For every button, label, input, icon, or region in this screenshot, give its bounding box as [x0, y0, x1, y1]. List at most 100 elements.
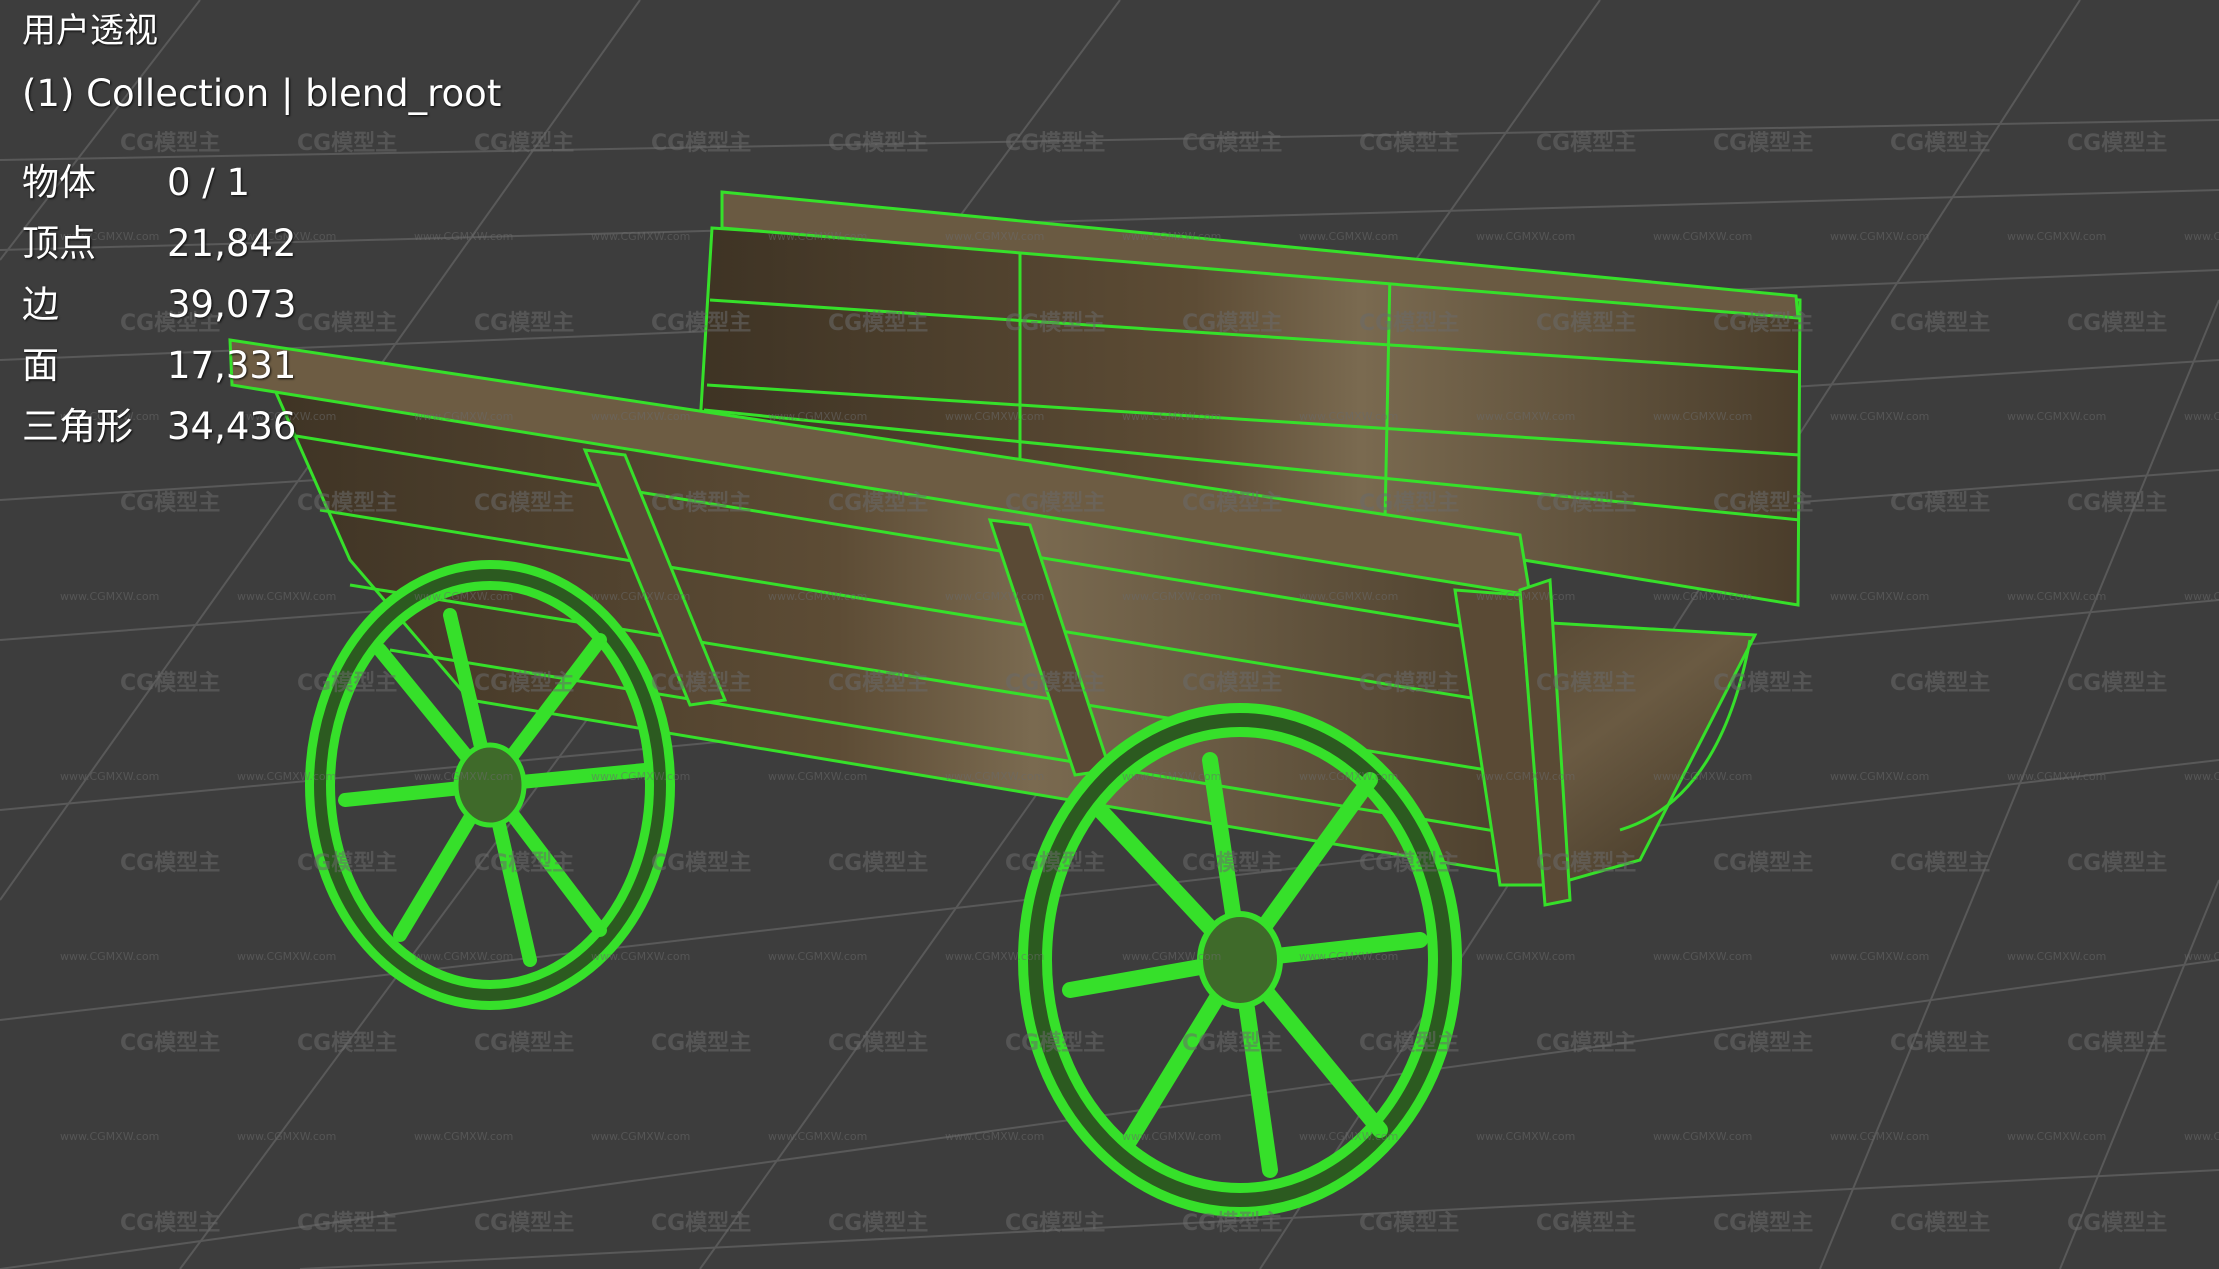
watermark-url: www.CGMXW.com	[2184, 770, 2219, 783]
watermark-logo: CG模型主	[474, 851, 574, 876]
watermark-url: www.CGMXW.com	[2007, 1130, 2106, 1143]
watermark-url: www.CGMXW.com	[1830, 230, 1929, 243]
watermark-url: www.CGMXW.com	[945, 410, 1044, 423]
stat-value: 39,073	[167, 283, 297, 326]
watermark-logo: CG模型主	[2067, 131, 2167, 156]
watermark-url: www.CGMXW.com	[1299, 1130, 1398, 1143]
watermark-url: www.CGMXW.com	[591, 950, 690, 963]
stat-value: 21,842	[167, 222, 297, 265]
watermark-logo: CG模型主	[297, 1211, 397, 1236]
watermark-url: www.CGMXW.com	[60, 1130, 159, 1143]
watermark-logo: CG模型主	[1182, 491, 1282, 516]
watermark-url: www.CGMXW.com	[1299, 410, 1398, 423]
stat-value: 17,331	[167, 344, 297, 387]
watermark-logo: CG模型主	[1005, 851, 1105, 876]
watermark-url: www.CGMXW.com	[1299, 770, 1398, 783]
watermark-logo: CG模型主	[651, 131, 751, 156]
watermark-logo: CG模型主	[828, 851, 928, 876]
watermark-url: www.CGMXW.com	[1653, 590, 1752, 603]
stat-value: 0 / 1	[167, 161, 251, 204]
watermark-url: www.CGMXW.com	[591, 410, 690, 423]
watermark-logo: CG模型主	[474, 1031, 574, 1056]
watermark-url: www.CGMXW.com	[1653, 1130, 1752, 1143]
watermark-logo: CG模型主	[1713, 1031, 1813, 1056]
watermark-logo: CG模型主	[1536, 1031, 1636, 1056]
watermark-logo: CG模型主	[1182, 1211, 1282, 1236]
watermark-logo: CG模型主	[1713, 671, 1813, 696]
stat-row-edges: 边 39,073	[22, 274, 296, 335]
watermark-url: www.CGMXW.com	[1476, 590, 1575, 603]
watermark-url: www.CGMXW.com	[1476, 950, 1575, 963]
watermark-logo: CG模型主	[651, 1031, 751, 1056]
watermark-url: www.CGMXW.com	[60, 770, 159, 783]
watermark-logo: CG模型主	[2067, 311, 2167, 336]
watermark-url: www.CGMXW.com	[1122, 230, 1221, 243]
watermark-logo: CG模型主	[1359, 851, 1459, 876]
collection-info-label: (1) Collection | blend_root	[22, 72, 502, 115]
watermark-url: www.CGMXW.com	[768, 230, 867, 243]
3d-viewport[interactable]: CG模型主 www.CGMXW.com CG模型主 www.CGMXW.com CG模型…	[0, 0, 2219, 1269]
watermark-url: www.CGMXW.com	[768, 770, 867, 783]
watermark-logo: CG模型主	[1359, 1031, 1459, 1056]
watermark-url: www.CGMXW.com	[945, 230, 1044, 243]
watermark-logo: CG模型主	[2067, 1211, 2167, 1236]
watermark-url: www.CGMXW.com	[2184, 410, 2219, 423]
watermark-logo: CG模型主	[1890, 1031, 1990, 1056]
watermark-logo: CG模型主	[120, 491, 220, 516]
watermark-logo: CG模型主	[297, 1031, 397, 1056]
watermark-url: www.CGMXW.com	[1830, 590, 1929, 603]
watermark-url: www.CGMXW.com	[1653, 410, 1752, 423]
stat-label: 顶点	[22, 222, 96, 265]
watermark-url: www.CGMXW.com	[945, 590, 1044, 603]
watermark-logo: CG模型主	[1005, 491, 1105, 516]
watermark-url: www.CGMXW.com	[591, 230, 690, 243]
watermark-url: www.CGMXW.com	[414, 1130, 513, 1143]
watermark-logo: CG模型主	[1182, 1031, 1282, 1056]
watermark-logo: CG模型主	[1359, 491, 1459, 516]
watermark-logo: CG模型主	[474, 671, 574, 696]
watermark-logo: CG模型主	[1536, 131, 1636, 156]
watermark-logo: CG模型主	[1890, 311, 1990, 336]
watermark-url: www.CGMXW.com	[2007, 230, 2106, 243]
watermark-url: www.CGMXW.com	[1122, 1130, 1221, 1143]
watermark-logo: CG模型主	[120, 851, 220, 876]
watermark-logo: CG模型主	[297, 671, 397, 696]
watermark-url: www.CGMXW.com	[414, 590, 513, 603]
stat-row-vertices: 顶点 21,842	[22, 213, 296, 274]
watermark-url: www.CGMXW.com	[1653, 770, 1752, 783]
stat-row-faces: 面 17,331	[22, 335, 296, 396]
watermark-logo: CG模型主	[1536, 491, 1636, 516]
watermark-url: www.CGMXW.com	[768, 410, 867, 423]
watermark-logo: CG模型主	[1005, 1031, 1105, 1056]
watermark-url: www.CGMXW.com	[2184, 950, 2219, 963]
watermark-logo: CG模型主	[828, 311, 928, 336]
watermark-logo: CG模型主	[651, 491, 751, 516]
stat-row-triangles: 三角形 34,436	[22, 396, 296, 457]
watermark-logo: CG模型主	[1005, 311, 1105, 336]
watermark-logo: CG模型主	[1182, 671, 1282, 696]
watermark-logo: CG模型主	[828, 1031, 928, 1056]
watermark-logo: CG模型主	[120, 671, 220, 696]
watermark-url: www.CGMXW.com	[1122, 950, 1221, 963]
watermark-url: www.CGMXW.com	[1122, 410, 1221, 423]
watermark-logo: CG模型主	[1182, 131, 1282, 156]
watermark-url: www.CGMXW.com	[1830, 950, 1929, 963]
watermark-url: www.CGMXW.com	[237, 950, 336, 963]
watermark-logo: CG模型主	[651, 1211, 751, 1236]
watermark-url: www.CGMXW.com	[2007, 590, 2106, 603]
view-name-label: 用户透视	[22, 11, 158, 51]
watermark-logo: CG模型主	[651, 671, 751, 696]
watermark-url: www.CGMXW.com	[414, 770, 513, 783]
watermark-url: www.CGMXW.com	[1830, 1130, 1929, 1143]
watermark-url: www.CGMXW.com	[1476, 770, 1575, 783]
watermark-url: www.CGMXW.com	[2007, 770, 2106, 783]
watermark-url: www.CGMXW.com	[591, 590, 690, 603]
watermark-url: www.CGMXW.com	[945, 770, 1044, 783]
watermark-url: www.CGMXW.com	[591, 1130, 690, 1143]
watermark-logo: CG模型主	[474, 1211, 574, 1236]
watermark-logo: CG模型主	[297, 491, 397, 516]
watermark-logo: CG模型主	[1359, 131, 1459, 156]
watermark-url: www.CGMXW.com	[2184, 1130, 2219, 1143]
watermark-url: www.CGMXW.com	[1476, 230, 1575, 243]
watermark-logo: CG模型主	[1536, 851, 1636, 876]
